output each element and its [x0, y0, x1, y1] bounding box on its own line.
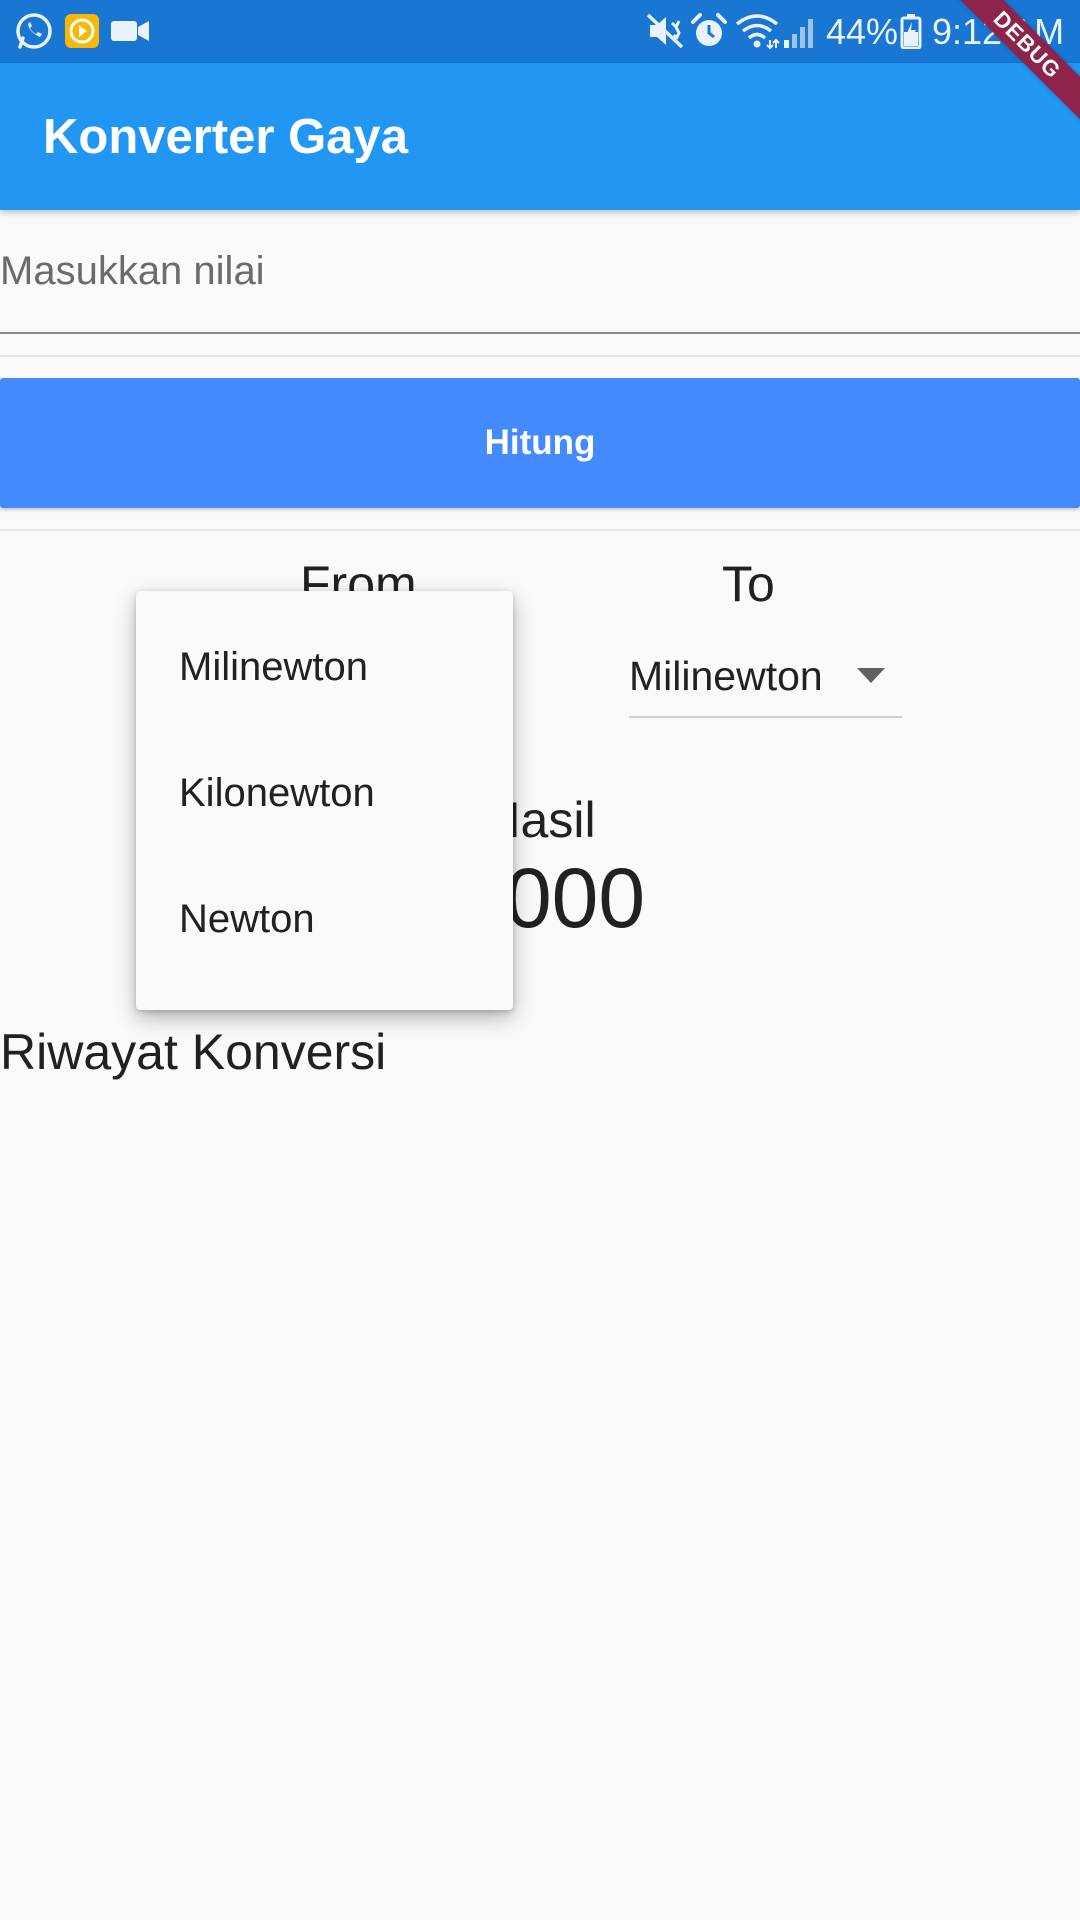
wifi-icon	[735, 14, 780, 50]
video-icon	[111, 21, 149, 41]
whatsapp-icon	[16, 13, 52, 49]
to-unit-selected: Milinewton	[629, 653, 823, 699]
status-bar: 44% 9:12 AM	[0, 0, 1080, 63]
battery-percent: 44%	[826, 11, 899, 52]
battery-icon	[900, 14, 922, 49]
hitung-button[interactable]: Hitung	[0, 378, 1080, 508]
alarm-icon	[691, 13, 727, 46]
mute-icon	[646, 13, 684, 49]
menu-item-label: Newton	[179, 897, 315, 941]
menu-item-newton[interactable]: Newton	[136, 855, 513, 981]
app-title: Konverter Gaya	[43, 110, 408, 164]
app-yellow-icon	[65, 14, 99, 48]
menu-item-milinewton[interactable]: Milinewton	[136, 603, 513, 729]
divider	[0, 529, 1080, 531]
menu-item-label: Milinewton	[179, 645, 368, 689]
history-title: Riwayat Konversi	[0, 1024, 387, 1080]
divider	[0, 355, 1080, 357]
menu-item-label: Kilonewton	[179, 771, 375, 815]
to-label: To	[722, 556, 775, 612]
signal-icon	[784, 19, 813, 48]
from-unit-dropdown-menu: Milinewton Kilonewton Newton	[136, 591, 513, 1010]
value-input[interactable]	[0, 240, 1080, 334]
app-bar: Konverter Gaya	[0, 63, 1080, 210]
dropdown-arrow-icon	[857, 668, 885, 683]
to-unit-dropdown[interactable]: Milinewton	[629, 640, 902, 718]
menu-item-kilonewton[interactable]: Kilonewton	[136, 729, 513, 855]
